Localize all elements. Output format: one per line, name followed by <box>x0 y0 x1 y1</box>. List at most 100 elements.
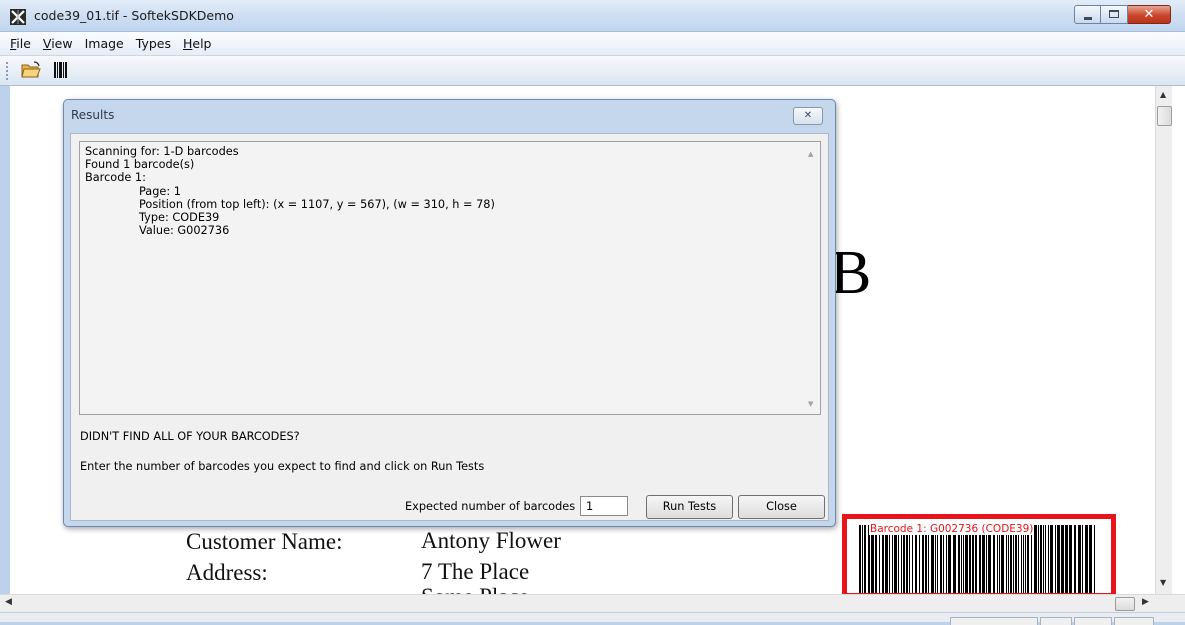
scan-barcode-button[interactable] <box>50 60 74 82</box>
menu-view[interactable]: View <box>37 36 79 51</box>
results-scrollbar[interactable]: ▲ ▼ <box>803 142 820 414</box>
barcode-bar <box>1069 525 1072 593</box>
barcode-bar <box>892 525 893 593</box>
barcode-bar <box>864 525 866 593</box>
maximize-button[interactable] <box>1101 5 1128 24</box>
address-value: 7 The Place <box>421 559 530 584</box>
barcode-bar <box>922 525 924 593</box>
barcode-bar <box>1074 525 1076 593</box>
barcode-bar <box>1048 525 1049 593</box>
results-line: Type: CODE39 <box>139 211 220 225</box>
barcode-bar <box>928 525 929 593</box>
run-tests-button[interactable]: Run Tests <box>646 495 733 519</box>
barcode-bar <box>972 525 974 593</box>
title-bar: code39_01.tif - SoftekSDKDemo ✕ <box>0 0 1185 32</box>
barcode-bar <box>979 525 981 593</box>
menu-bar: File View Image Types Help <box>0 32 1185 56</box>
toolbar-grip <box>6 62 9 80</box>
barcode-bar <box>946 525 947 593</box>
customer-name-value: Antony Flower <box>421 528 561 553</box>
barcode-bar <box>879 525 880 593</box>
barcode-bar <box>1043 525 1044 593</box>
minimize-button[interactable] <box>1074 5 1101 24</box>
window-title: code39_01.tif - SoftekSDKDemo <box>34 8 234 23</box>
barcode-bar <box>875 525 877 593</box>
scroll-up-arrow-icon[interactable]: ▲ <box>808 148 813 161</box>
barcode-bar <box>988 525 991 593</box>
barcode-bar <box>1031 525 1032 593</box>
barcode-icon <box>54 62 67 78</box>
barcode-bar <box>961 525 962 593</box>
status-pane <box>1074 617 1112 625</box>
barcode-bar <box>931 525 934 593</box>
menu-file[interactable]: File <box>4 36 37 51</box>
results-dialog: Results ✕ Scanning for: 1-D barcodes Fou… <box>63 99 836 527</box>
scroll-right-arrow-icon[interactable]: ▶ <box>1142 597 1149 607</box>
close-button[interactable]: Close <box>738 495 825 519</box>
barcode-bar <box>1065 525 1068 593</box>
customer-name-label: Customer Name: <box>186 529 343 554</box>
barcode-image <box>859 525 1095 593</box>
horizontal-scroll-thumb[interactable] <box>1115 597 1135 611</box>
barcode-detection-label: Barcode 1: G002736 (CODE39) <box>869 523 1035 535</box>
barcode-bar <box>1094 525 1095 593</box>
barcode-bar <box>862 525 863 593</box>
barcode-bar <box>1050 525 1053 593</box>
menu-types[interactable]: Types <box>130 36 177 51</box>
barcode-bar <box>1045 525 1046 593</box>
open-file-button[interactable] <box>20 60 44 82</box>
barcode-bar <box>937 525 938 593</box>
barcode-bar <box>1089 525 1092 593</box>
barcode-bar <box>986 525 987 593</box>
barcode-bar <box>915 525 917 593</box>
barcode-bar <box>906 525 908 593</box>
barcode-bar <box>885 525 888 593</box>
barcode-bar <box>894 525 897 593</box>
vertical-scroll-thumb[interactable] <box>1157 106 1172 126</box>
status-pane <box>1040 617 1072 625</box>
barcode-bar <box>1085 525 1088 593</box>
barcode-bar <box>868 525 870 593</box>
barcode-bar <box>999 525 1000 593</box>
scroll-down-arrow-icon[interactable]: ▼ <box>1160 578 1166 587</box>
barcode-bar <box>903 525 905 593</box>
barcode-bar <box>963 525 964 593</box>
status-pane <box>1114 617 1154 625</box>
results-line: Value: G002736 <box>139 224 230 238</box>
status-bar <box>0 612 1185 625</box>
close-window-button[interactable]: ✕ <box>1128 5 1171 24</box>
scroll-left-arrow-icon[interactable]: ◀ <box>5 597 12 607</box>
barcode-bar <box>1034 525 1037 593</box>
dialog-close-button[interactable]: ✕ <box>793 107 823 125</box>
scroll-down-arrow-icon[interactable]: ▼ <box>808 398 813 411</box>
horizontal-scrollbar[interactable]: ◀ ▶ <box>0 594 1185 612</box>
barcode-bar <box>859 525 861 593</box>
barcode-bar <box>912 525 913 593</box>
dialog-title: Results <box>71 108 115 122</box>
barcode-bar <box>1038 525 1039 593</box>
address-value-2: Some Place <box>421 584 529 594</box>
barcode-bar <box>997 525 998 593</box>
menu-image[interactable]: Image <box>79 36 130 51</box>
vertical-scroll-track[interactable]: ▲ ▼ <box>1155 86 1172 594</box>
folder-open-icon <box>21 61 41 78</box>
barcode-bar <box>948 525 951 593</box>
barcode-bar <box>1021 525 1022 593</box>
barcode-bar <box>1055 525 1056 593</box>
barcode-bar <box>1061 525 1064 593</box>
barcode-bar <box>982 525 985 593</box>
results-line: Position (from top left): (x = 1107, y =… <box>139 197 495 211</box>
scroll-up-arrow-icon[interactable]: ▲ <box>1160 90 1166 99</box>
barcode-bar <box>993 525 995 593</box>
barcode-bar <box>1010 525 1012 593</box>
barcode-bar <box>1023 525 1024 593</box>
menu-help[interactable]: Help <box>177 36 218 51</box>
barcode-bar <box>935 525 936 593</box>
barcode-bar <box>940 525 942 593</box>
results-textbox[interactable]: Scanning for: 1-D barcodes Found 1 barco… <box>79 141 821 415</box>
results-line: Scanning for: 1-D barcodes <box>85 145 239 158</box>
expected-count-input[interactable] <box>580 496 628 516</box>
hint-heading: DIDN'T FIND ALL OF YOUR BARCODES? <box>80 430 300 443</box>
vertical-scrollbar[interactable]: ▲ ▼ <box>1155 86 1185 594</box>
barcode-bar <box>1040 525 1042 593</box>
